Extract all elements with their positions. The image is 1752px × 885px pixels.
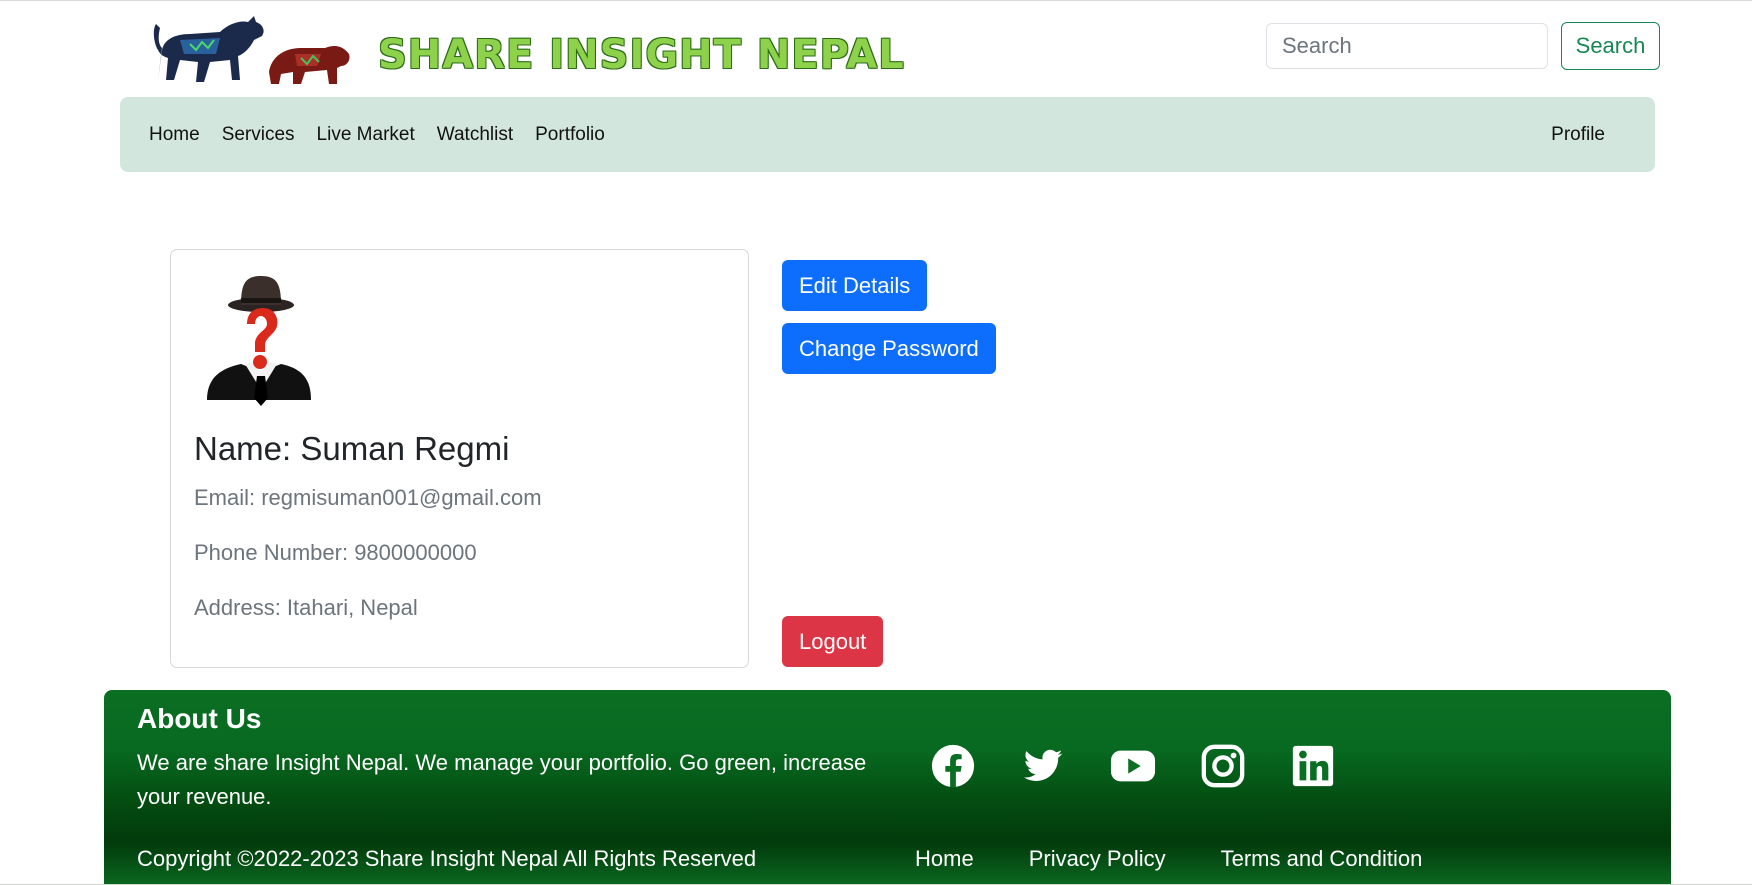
nav-item-watchlist[interactable]: Watchlist (437, 124, 513, 146)
about-title: About Us (137, 703, 262, 734)
bear-icon (269, 46, 350, 84)
footer-link-terms[interactable]: Terms and Condition (1221, 846, 1423, 872)
change-password-button[interactable]: Change Password (782, 323, 996, 374)
logout-button[interactable]: Logout (782, 616, 884, 667)
footer-links: Home Privacy Policy Terms and Condition (915, 846, 1477, 872)
instagram-icon[interactable] (1199, 742, 1247, 790)
social-links (929, 742, 1379, 790)
twitter-icon[interactable] (1019, 742, 1067, 790)
footer-link-home[interactable]: Home (915, 846, 974, 872)
footer-link-privacy-policy[interactable]: Privacy Policy (1029, 846, 1166, 872)
profile-phone: Phone Number: 9800000000 (194, 540, 477, 565)
search-button[interactable]: Search (1561, 22, 1660, 70)
top-border (0, 0, 1752, 1)
about-text: We are share Insight Nepal. We manage yo… (137, 750, 867, 809)
nav-item-live-market[interactable]: Live Market (317, 124, 415, 146)
edit-details-button[interactable]: Edit Details (782, 260, 928, 311)
nav-item-profile[interactable]: Profile (1551, 97, 1605, 172)
nav-item-portfolio[interactable]: Portfolio (535, 124, 605, 146)
brand-name: SHARE INSIGHT NEPAL (378, 32, 905, 78)
footer: About Us We are share Insight Nepal. We … (104, 690, 1671, 885)
profile-name: Name: Suman Regmi (194, 430, 510, 467)
search-input[interactable] (1266, 23, 1548, 69)
facebook-icon[interactable] (929, 742, 977, 790)
brand-logo[interactable]: SHARE INSIGHT NEPAL (150, 10, 904, 86)
youtube-icon[interactable] (1109, 742, 1157, 790)
nav-item-services[interactable]: Services (222, 124, 295, 146)
profile-email: Email: regmisuman001@gmail.com (194, 485, 542, 510)
copyright-text: Copyright ©2022-2023 Share Insight Nepal… (137, 846, 757, 871)
avatar (207, 276, 311, 406)
nav-links: Home Services Live Market Watchlist Port… (149, 97, 627, 172)
profile-card: Name: Suman Regmi Email: regmisuman001@g… (170, 249, 749, 668)
profile-address: Address: Itahari, Nepal (194, 595, 418, 620)
navbar: Home Services Live Market Watchlist Port… (120, 97, 1655, 172)
linkedin-icon[interactable] (1289, 742, 1337, 790)
nav-item-home[interactable]: Home (149, 124, 200, 146)
bull-icon (153, 16, 264, 82)
